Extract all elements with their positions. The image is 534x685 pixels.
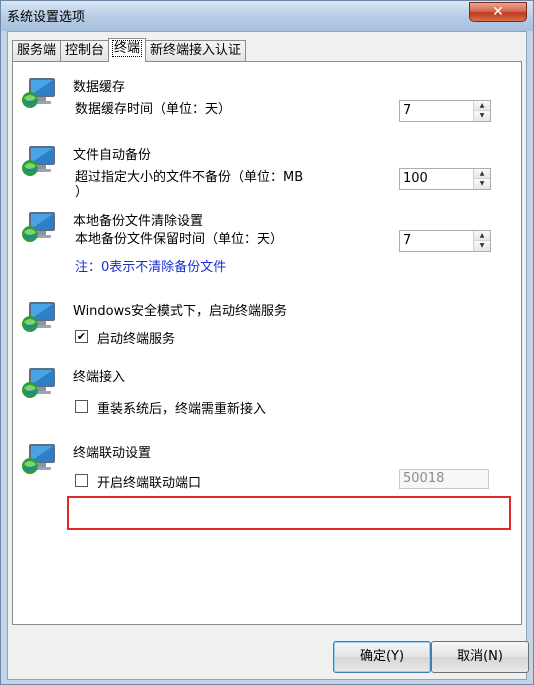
cache-time-value: 7: [403, 103, 412, 118]
tab-console[interactable]: 控制台: [60, 40, 110, 62]
backup-retention-label: 本地备份文件保留时间（单位：天）: [75, 232, 284, 247]
settings-dialog: 系统设置选项 ✕ 服务端 控制台 终端 新终端接入认证 数据缓存 数据缓存时间（…: [0, 0, 534, 685]
link-port-input[interactable]: 50018: [399, 469, 489, 489]
cache-time-label: 数据缓存时间（单位：天）: [75, 102, 232, 117]
reconnect-after-reinstall-checkbox[interactable]: [75, 400, 88, 413]
section-title: 终端接入: [73, 370, 126, 385]
tab-terminal-label: 终端: [112, 40, 143, 57]
backup-note: 注：0表示不清除备份文件: [75, 260, 227, 275]
cancel-button[interactable]: 取消(N): [431, 641, 529, 673]
spin-down-icon[interactable]: ▼: [474, 111, 490, 121]
close-button[interactable]: ✕: [469, 2, 527, 22]
computer-globe-icon: [22, 368, 55, 398]
section-divider: [171, 153, 505, 154]
section-divider: [339, 309, 505, 310]
enable-link-port-label: 开启终端联动端口: [97, 476, 202, 491]
dialog-body: 服务端 控制台 终端 新终端接入认证 数据缓存 数据缓存时间（单位：天） 7 ▲…: [7, 31, 529, 680]
start-service-checkbox[interactable]: ✔: [75, 330, 88, 343]
reconnect-after-reinstall-label: 重装系统后，终端需重新接入: [97, 402, 267, 417]
section-divider: [185, 451, 505, 452]
spin-up-icon[interactable]: ▲: [474, 169, 490, 179]
cache-time-spinner[interactable]: 7 ▲ ▼: [399, 100, 491, 122]
spin-up-icon[interactable]: ▲: [474, 231, 490, 241]
computer-globe-icon: [22, 146, 55, 176]
section-title: 本地备份文件清除设置: [73, 214, 204, 229]
ok-button[interactable]: 确定(Y): [333, 641, 431, 673]
titlebar: 系统设置选项 ✕: [1, 1, 533, 31]
computer-globe-icon: [22, 444, 55, 474]
window-title: 系统设置选项: [7, 10, 86, 25]
spinner-buttons: ▲ ▼: [473, 101, 490, 121]
spinner-buttons: ▲ ▼: [473, 231, 490, 251]
backup-size-value: 100: [403, 171, 428, 186]
backup-size-label-line1: 超过指定大小的文件不备份（单位：MB: [75, 170, 304, 185]
spin-down-icon[interactable]: ▼: [474, 241, 490, 251]
section-title: 数据缓存: [73, 80, 126, 95]
terminal-settings-panel: 数据缓存 数据缓存时间（单位：天） 7 ▲ ▼ 文件自动备份 超过指定大小的文件…: [12, 61, 522, 625]
section-title: 终端联动设置: [73, 446, 152, 461]
backup-size-spinner[interactable]: 100 ▲ ▼: [399, 168, 491, 190]
computer-globe-icon: [22, 212, 55, 242]
section-divider: [143, 375, 505, 376]
tab-new-terminal-auth[interactable]: 新终端接入认证: [145, 40, 247, 62]
section-title: Windows安全模式下，启动终端服务: [73, 304, 288, 319]
backup-retention-value: 7: [403, 233, 412, 248]
highlight-box: [67, 496, 511, 530]
spinner-buttons: ▲ ▼: [473, 169, 490, 189]
enable-link-port-checkbox[interactable]: [75, 474, 88, 487]
computer-globe-icon: [22, 302, 55, 332]
section-divider: [141, 85, 505, 86]
computer-globe-icon: [22, 78, 55, 108]
tab-bar: 服务端 控制台 终端 新终端接入认证: [12, 38, 247, 62]
backup-size-label-line2: ）: [75, 185, 89, 200]
spin-down-icon[interactable]: ▼: [474, 179, 490, 189]
start-service-label: 启动终端服务: [97, 332, 176, 347]
backup-retention-spinner[interactable]: 7 ▲ ▼: [399, 230, 491, 252]
section-title: 文件自动备份: [73, 148, 152, 163]
spin-up-icon[interactable]: ▲: [474, 101, 490, 111]
tab-server[interactable]: 服务端: [12, 40, 62, 62]
tab-terminal[interactable]: 终端: [108, 38, 147, 62]
